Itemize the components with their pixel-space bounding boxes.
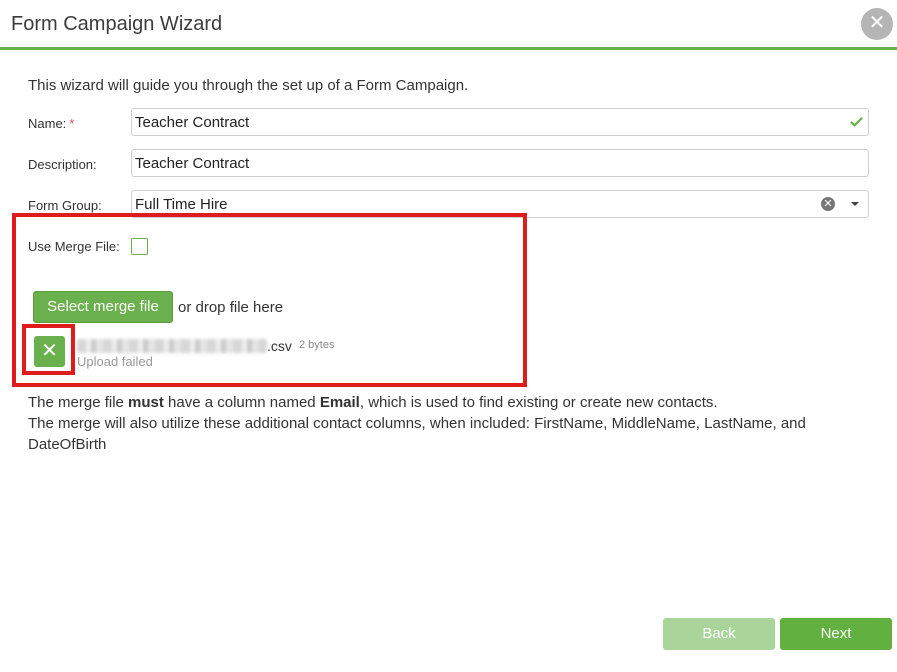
merge-info-text: The merge file must have a column named …	[28, 392, 868, 455]
dialog-header: Form Campaign Wizard ✕	[0, 0, 897, 50]
name-input[interactable]	[135, 109, 815, 135]
name-label: Name: *	[28, 116, 74, 131]
name-label-text: Name:	[28, 116, 67, 131]
chevron-down-icon[interactable]	[851, 202, 859, 206]
description-field[interactable]	[131, 149, 869, 177]
note-text: have a column named	[163, 394, 320, 411]
blurred-filename	[77, 339, 267, 353]
note-text: , which is used to find existing or crea…	[359, 394, 718, 411]
description-label: Description:	[28, 157, 97, 172]
name-field[interactable]	[131, 108, 869, 136]
dialog-title: Form Campaign Wizard	[11, 13, 223, 35]
note-line-2: The merge will also utilize these additi…	[28, 415, 806, 453]
back-button[interactable]: Back	[663, 618, 775, 650]
next-button[interactable]: Next	[780, 618, 892, 650]
form-group-label: Form Group:	[28, 198, 102, 213]
description-input[interactable]	[135, 150, 815, 176]
required-marker: *	[69, 116, 75, 131]
upload-status: Upload failed	[77, 354, 153, 369]
use-merge-file-checkbox[interactable]	[131, 238, 148, 255]
note-text: The merge file	[28, 394, 129, 411]
close-icon[interactable]: ✕	[861, 8, 893, 40]
select-merge-file-button[interactable]: Select merge file	[33, 291, 173, 323]
merge-file-label: Use Merge File:	[28, 239, 120, 254]
clear-icon[interactable]: ✕	[821, 197, 835, 211]
intro-text: This wizard will guide you through the s…	[28, 77, 469, 94]
note-emphasis-must: must	[128, 394, 164, 411]
file-size: 2 bytes	[299, 339, 335, 351]
form-group-value: Full Time Hire	[135, 196, 228, 213]
note-emphasis-email: Email	[319, 394, 360, 411]
remove-file-button[interactable]: ✕	[34, 336, 65, 367]
drop-zone-text: or drop file here	[178, 299, 284, 316]
file-extension: .csv	[267, 338, 292, 354]
check-icon	[850, 116, 863, 127]
